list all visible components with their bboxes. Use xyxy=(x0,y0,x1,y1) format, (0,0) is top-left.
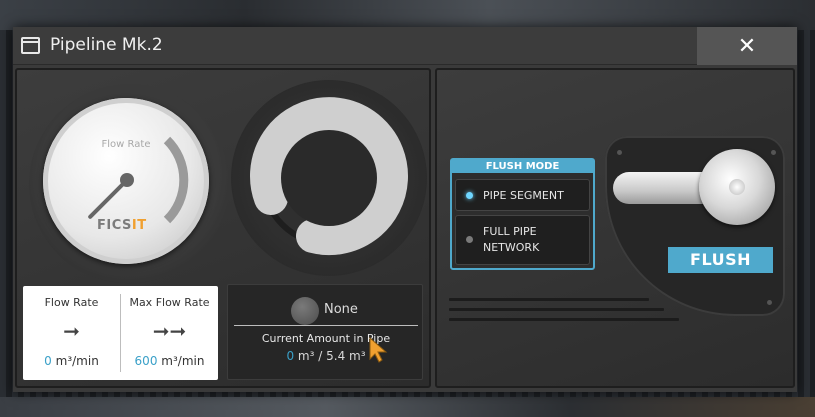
flush-mode-header: FLUSH MODE xyxy=(452,160,593,173)
decor-stripe xyxy=(449,308,664,311)
flow-rate-unit: m³/min xyxy=(55,354,99,368)
flow-rate-number: 0 xyxy=(44,354,52,368)
brand-suffix: IT xyxy=(131,218,147,233)
amount-divider xyxy=(234,325,418,326)
arrow-right-icon: ➞ xyxy=(63,319,80,343)
flush-lever-knob[interactable] xyxy=(699,149,775,225)
screw-icon xyxy=(771,150,776,155)
decor-stripe xyxy=(449,298,649,301)
gauge-label: Flow Rate xyxy=(101,139,151,150)
window-title: Pipeline Mk.2 xyxy=(50,35,163,55)
mouse-cursor-icon xyxy=(369,337,388,363)
radio-unselected-icon xyxy=(466,236,473,243)
ficsit-logo: FICSIT xyxy=(97,218,147,233)
fluid-name: None xyxy=(324,302,358,317)
full-network-label: FULL PIPE NETWORK xyxy=(483,225,540,254)
amount-title: Current Amount in Pipe xyxy=(261,332,391,345)
amount-max-unit: m³ xyxy=(349,349,366,363)
gauge-hub xyxy=(120,173,134,187)
window-icon xyxy=(21,37,40,54)
screw-icon xyxy=(617,150,622,155)
pipe-fill-ring xyxy=(250,97,408,256)
max-flow-rate-unit: m³/min xyxy=(161,354,205,368)
flush-mode-group: FLUSH MODE PIPE SEGMENT FULL PIPE NETWOR… xyxy=(450,158,595,270)
title-bar: Pipeline Mk.2 ✕ xyxy=(13,27,797,65)
amount-separator: / xyxy=(318,349,323,363)
current-amount-box: None Current Amount in Pipe 0 m³ / 5.4 m… xyxy=(227,284,423,380)
game-background-bottom xyxy=(0,397,815,417)
amount-current: 0 xyxy=(286,349,295,363)
ring-center xyxy=(281,130,377,226)
game-background-top xyxy=(0,0,815,30)
max-flow-rate-title: Max Flow Rate xyxy=(129,296,210,309)
flush-mode-full-network[interactable]: FULL PIPE NETWORK xyxy=(455,215,590,265)
flow-rate-box: Flow Rate ➞ 0 m³/min Max Flow Rate ➞➞ 60… xyxy=(23,286,218,380)
flush-mode-pipe-segment[interactable]: PIPE SEGMENT xyxy=(455,179,590,211)
max-flow-rate-column: Max Flow Rate ➞➞ 600 m³/min xyxy=(121,286,218,380)
double-arrow-right-icon: ➞➞ xyxy=(152,319,187,343)
close-button[interactable]: ✕ xyxy=(697,27,797,65)
amount-max: 5.4 xyxy=(326,349,346,363)
gauge-needle xyxy=(88,178,129,219)
gauge-arc xyxy=(163,136,189,224)
brand-prefix: FICS xyxy=(97,218,132,233)
flow-rate-column: Flow Rate ➞ 0 m³/min xyxy=(23,286,120,380)
max-flow-rate-number: 600 xyxy=(134,354,158,368)
pipeline-window: Pipeline Mk.2 ✕ Flow Rate FICSIT Flow Ra… xyxy=(13,27,797,392)
decor-stripe xyxy=(449,318,679,321)
radio-selected-icon xyxy=(466,192,473,199)
amount-current-unit: m³ xyxy=(297,349,315,363)
flush-panel: FLUSH MODE PIPE SEGMENT FULL PIPE NETWOR… xyxy=(435,68,795,388)
flow-rate-title: Flow Rate xyxy=(44,296,99,309)
flow-rate-value: 0 m³/min xyxy=(23,354,120,368)
pipe-info-panel: Flow Rate FICSIT Flow Rate ➞ 0 m³/min Ma… xyxy=(15,68,431,388)
amount-value: 0 m³ / 5.4 m³ xyxy=(228,349,424,363)
max-flow-rate-value: 600 m³/min xyxy=(121,354,218,368)
fluid-icon xyxy=(291,297,319,325)
flush-button[interactable]: FLUSH xyxy=(668,247,773,273)
pipe-segment-label: PIPE SEGMENT xyxy=(483,189,564,202)
screw-icon xyxy=(767,300,772,305)
